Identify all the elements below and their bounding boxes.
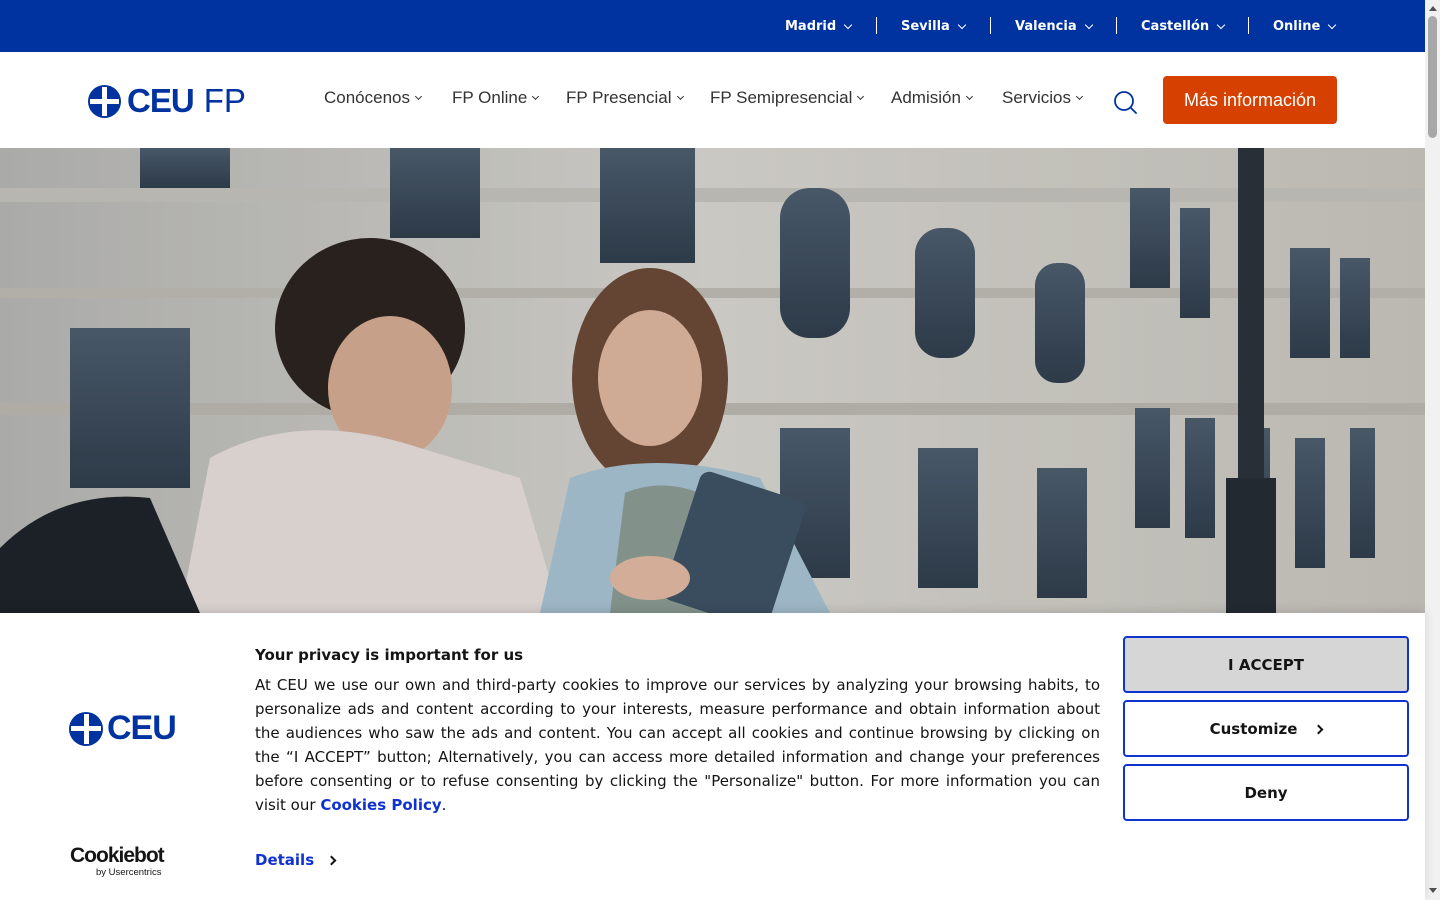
accept-button[interactable]: I ACCEPT xyxy=(1123,636,1409,693)
cookiebot-brand: Cookiebot xyxy=(70,844,165,867)
deny-button[interactable]: Deny xyxy=(1123,764,1409,821)
cookie-title: Your privacy is important for us xyxy=(255,646,524,664)
nav-label: Conócenos xyxy=(324,88,411,107)
ceu-logo-text: CEU xyxy=(107,709,177,747)
cookiebot-logo[interactable]: Cookiebot by Usercentrics xyxy=(70,844,174,879)
scroll-up-arrow-icon[interactable] xyxy=(1429,6,1437,11)
chevron-down-icon xyxy=(957,20,967,29)
logo-fp-text: FP xyxy=(203,82,246,119)
campus-label: Online xyxy=(1273,18,1321,34)
search-icon[interactable] xyxy=(1113,90,1137,114)
divider xyxy=(876,17,877,34)
details-toggle[interactable]: Details xyxy=(255,851,337,869)
nav-conocenos[interactable]: Conócenos xyxy=(324,86,423,110)
deny-label: Deny xyxy=(1244,783,1288,802)
nav-label: FP Online xyxy=(452,88,528,107)
scrollbar-thumb[interactable] xyxy=(1428,16,1437,138)
hero-photo xyxy=(0,148,1425,613)
cookie-body: At CEU we use our own and third-party co… xyxy=(255,673,1100,817)
page-scrollbar[interactable] xyxy=(1425,0,1440,900)
customize-button[interactable]: Customize xyxy=(1123,700,1409,757)
chevron-down-icon xyxy=(1328,20,1337,29)
campus-label: Valencia xyxy=(1015,18,1077,34)
ceu-cross-icon xyxy=(88,84,121,118)
ceu-logo: CEU xyxy=(69,709,177,748)
chevron-down-icon xyxy=(414,92,423,101)
chevron-down-icon xyxy=(532,92,540,101)
logo-ceu-text: CEU xyxy=(127,82,195,119)
scroll-down-arrow-icon[interactable] xyxy=(1429,888,1437,893)
cookie-body-end: . xyxy=(441,796,447,814)
nav-label: Servicios xyxy=(1002,88,1071,107)
chevron-down-icon xyxy=(1075,92,1084,101)
cookiebot-byline: by Usercentrics xyxy=(96,867,162,878)
cookie-body-text: At CEU we use our own and third-party co… xyxy=(255,676,1100,814)
nav-label: FP Semipresencial xyxy=(710,88,853,107)
nav-label: FP Presencial xyxy=(566,88,672,107)
divider xyxy=(990,17,991,34)
campus-label: Madrid xyxy=(785,18,837,34)
campus-madrid[interactable]: Madrid xyxy=(785,0,853,52)
campus-valencia[interactable]: Valencia xyxy=(1015,0,1093,52)
divider xyxy=(1116,17,1117,34)
campus-sevilla[interactable]: Sevilla xyxy=(901,0,967,52)
chevron-right-icon xyxy=(1313,724,1324,735)
chevron-down-icon xyxy=(857,92,865,101)
accept-label: I ACCEPT xyxy=(1228,655,1304,674)
campus-online[interactable]: Online xyxy=(1273,0,1337,52)
campus-label: Castellón xyxy=(1141,18,1210,34)
cookies-policy-link[interactable]: Cookies Policy xyxy=(320,796,441,814)
campus-castellon[interactable]: Castellón xyxy=(1141,0,1226,52)
ceu-cross-icon xyxy=(69,711,103,746)
nav-fp-semipresencial[interactable]: FP Semipresencial xyxy=(710,86,865,110)
campus-label: Sevilla xyxy=(901,18,950,34)
chevron-down-icon xyxy=(1216,20,1226,29)
campus-bar: Madrid Sevilla Valencia Castellón Online xyxy=(0,0,1425,52)
chevron-right-icon xyxy=(326,855,337,865)
divider xyxy=(1248,17,1249,34)
nav-servicios[interactable]: Servicios xyxy=(1002,86,1084,110)
chevron-down-icon xyxy=(1084,20,1093,29)
nav-label: Admisión xyxy=(891,88,961,107)
ceu-fp-logo[interactable]: CEU FP xyxy=(88,82,246,119)
nav-fp-presencial[interactable]: FP Presencial xyxy=(566,86,684,110)
chevron-down-icon xyxy=(965,92,973,101)
chevron-down-icon xyxy=(843,20,853,29)
chevron-down-icon xyxy=(676,92,684,101)
customize-label: Customize xyxy=(1209,719,1298,738)
mas-informacion-button[interactable]: Más información xyxy=(1163,76,1337,124)
nav-admision[interactable]: Admisión xyxy=(891,86,973,110)
nav-fp-online[interactable]: FP Online xyxy=(452,86,540,110)
hero-image xyxy=(0,148,1425,613)
cookie-consent-banner: CEU Cookiebot by Usercentrics Your priva… xyxy=(0,613,1425,900)
details-label: Details xyxy=(255,851,315,869)
main-header: CEU FP Conócenos FP Online FP Presencial… xyxy=(0,52,1425,148)
